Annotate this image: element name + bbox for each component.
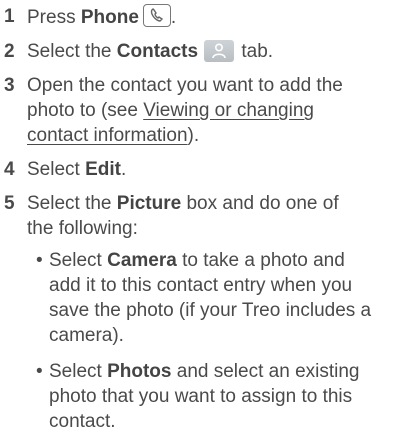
bullet-text: Select Photos and select an existing pho… (49, 359, 389, 434)
contact-information-link[interactable]: contact information (27, 125, 188, 146)
step-number: 1 (4, 6, 15, 27)
bullet-line: contact. (49, 411, 116, 432)
step-text-line: photo to (see Viewing or changing (27, 98, 407, 123)
step-text-line: contact information). (27, 123, 407, 148)
bullet-line: camera). (49, 325, 124, 346)
bullet-dot: • (36, 361, 43, 382)
step-text-pre: Select the (27, 41, 117, 62)
step-text-post: box and do one of (181, 193, 339, 214)
phone-handset-icon (142, 4, 171, 27)
bullet-text-pre: Select (49, 250, 108, 271)
step-text-pre: Select (27, 159, 86, 180)
bullet-line: save the photo (if your Treo includes a (49, 300, 372, 321)
step-text: Select the Contacts tab. (27, 39, 407, 64)
viewing-contact-link[interactable]: Viewing or changing (143, 100, 314, 121)
step-text-pre: photo to (see (27, 100, 144, 121)
step-text: Select Edit. (27, 157, 407, 182)
step-text-pre: Select the (27, 193, 117, 214)
bullet-text-pre: Select (49, 361, 108, 382)
step-text-line: Open the contact you want to add the (27, 75, 343, 96)
step-number: 4 (4, 159, 15, 180)
step-text-post: . (170, 7, 177, 28)
step-text-post: . (120, 159, 127, 180)
phone-label: Phone (80, 7, 139, 28)
step-text-pre: Press (27, 7, 81, 28)
bullet-text-post: and select an existing (171, 361, 360, 382)
bullet-text-post: to take a photo and (176, 250, 345, 271)
bullet-line: Select Camera to take a photo and (49, 248, 389, 273)
contacts-person-icon (204, 40, 235, 62)
picture-label: Picture (116, 193, 182, 214)
step-text-line: the following: (27, 218, 138, 239)
step-text-line: Select the Picture box and do one of (27, 191, 407, 216)
step-text-post: tab. (236, 41, 274, 62)
step-text: Open the contact you want to add the pho… (27, 73, 407, 148)
step-number: 3 (4, 75, 15, 96)
bullet-dot: • (36, 250, 43, 271)
bullet-text: Select Camera to take a photo and add it… (49, 248, 389, 348)
bullet-line: Select Photos and select an existing (49, 359, 389, 384)
step-text: Select the Picture box and do one of the… (27, 191, 407, 241)
edit-label: Edit (85, 159, 121, 180)
contacts-label: Contacts (116, 41, 199, 62)
bullet-line: photo that you want to assign to this (49, 386, 353, 407)
step-text-post: ). (187, 125, 200, 146)
camera-label: Camera (107, 250, 177, 271)
step-text: Press Phone. (27, 4, 407, 30)
photos-label: Photos (107, 361, 172, 382)
bullet-line: add it to this contact entry when you (49, 275, 353, 296)
step-number: 2 (4, 41, 15, 62)
step-number: 5 (4, 193, 15, 214)
